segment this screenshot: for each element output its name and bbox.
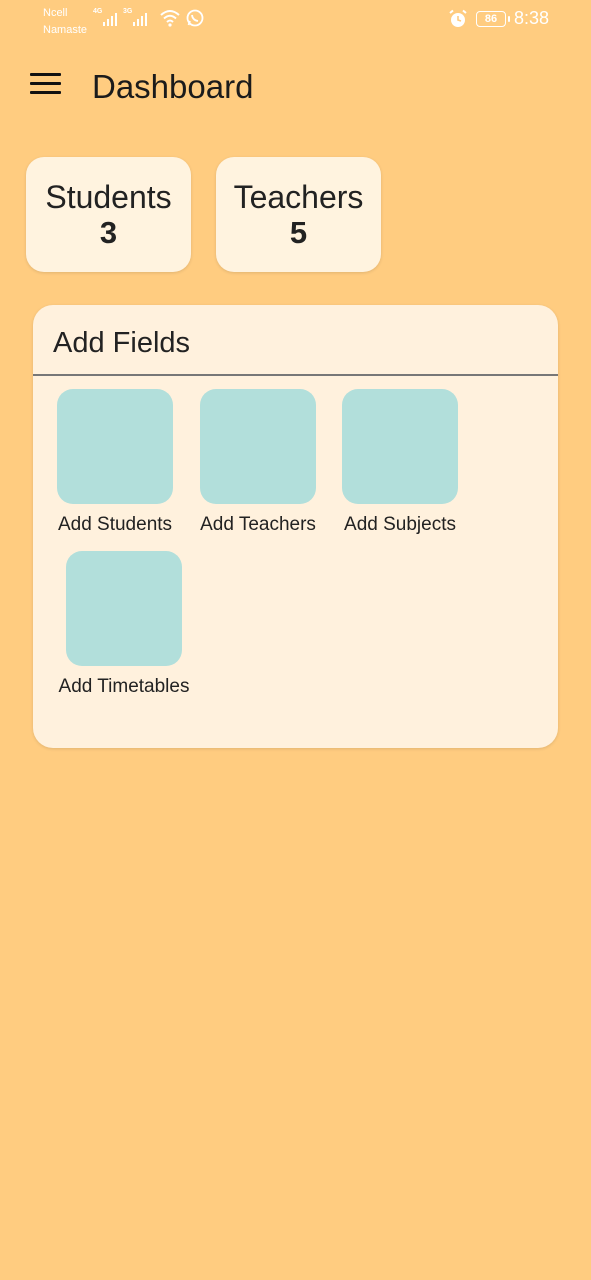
add-teachers-icon[interactable] <box>200 389 316 504</box>
status-right: 86 8:38 <box>448 8 549 29</box>
add-timetables-tile[interactable]: Add Timetables <box>51 551 197 698</box>
alarm-icon <box>449 9 467 27</box>
add-fields-panel: Add Fields Add Students Add Teachers Add… <box>33 305 558 748</box>
add-subjects-tile[interactable]: Add Subjects <box>338 389 462 536</box>
signal-icon: 3G <box>123 8 147 26</box>
add-students-label: Add Students <box>57 514 173 535</box>
students-count-card: Students 3 <box>26 157 191 272</box>
carrier-line2: Namaste <box>43 24 88 36</box>
clock: 8:38 <box>513 8 549 28</box>
whatsapp-icon <box>186 9 204 27</box>
add-timetables-label: Add Timetables <box>58 676 190 697</box>
students-count: 3 <box>99 215 118 250</box>
add-students-icon[interactable] <box>57 389 173 504</box>
battery-level: 86 <box>484 12 498 25</box>
carrier-name: Ncell Namaste <box>43 5 87 39</box>
add-timetables-icon[interactable] <box>66 551 182 666</box>
add-students-tile[interactable]: Add Students <box>51 389 179 536</box>
battery-icon: 86 <box>475 10 510 27</box>
signal-icon: 4G <box>93 8 117 26</box>
teachers-count-card: Teachers 5 <box>216 157 381 272</box>
wifi-icon <box>160 10 180 27</box>
add-teachers-label: Add Teachers <box>200 514 316 535</box>
teachers-label: Teachers <box>233 179 364 215</box>
add-teachers-tile[interactable]: Add Teachers <box>195 389 321 536</box>
page-title: Dashboard <box>92 68 254 105</box>
teachers-count: 5 <box>289 215 308 250</box>
add-subjects-icon[interactable] <box>342 389 458 504</box>
add-subjects-label: Add Subjects <box>344 514 456 535</box>
notification-icons <box>160 9 204 27</box>
divider <box>33 374 558 376</box>
status-bar: Ncell Namaste 4G 3G 86 8:38 <box>0 0 591 44</box>
signal-group: 4G 3G <box>93 8 147 26</box>
students-label: Students <box>45 179 172 215</box>
hamburger-menu-icon[interactable] <box>30 73 62 101</box>
app-bar: Dashboard <box>0 58 591 118</box>
carrier-line1: Ncell <box>43 7 68 19</box>
add-fields-title: Add Fields <box>53 327 191 359</box>
